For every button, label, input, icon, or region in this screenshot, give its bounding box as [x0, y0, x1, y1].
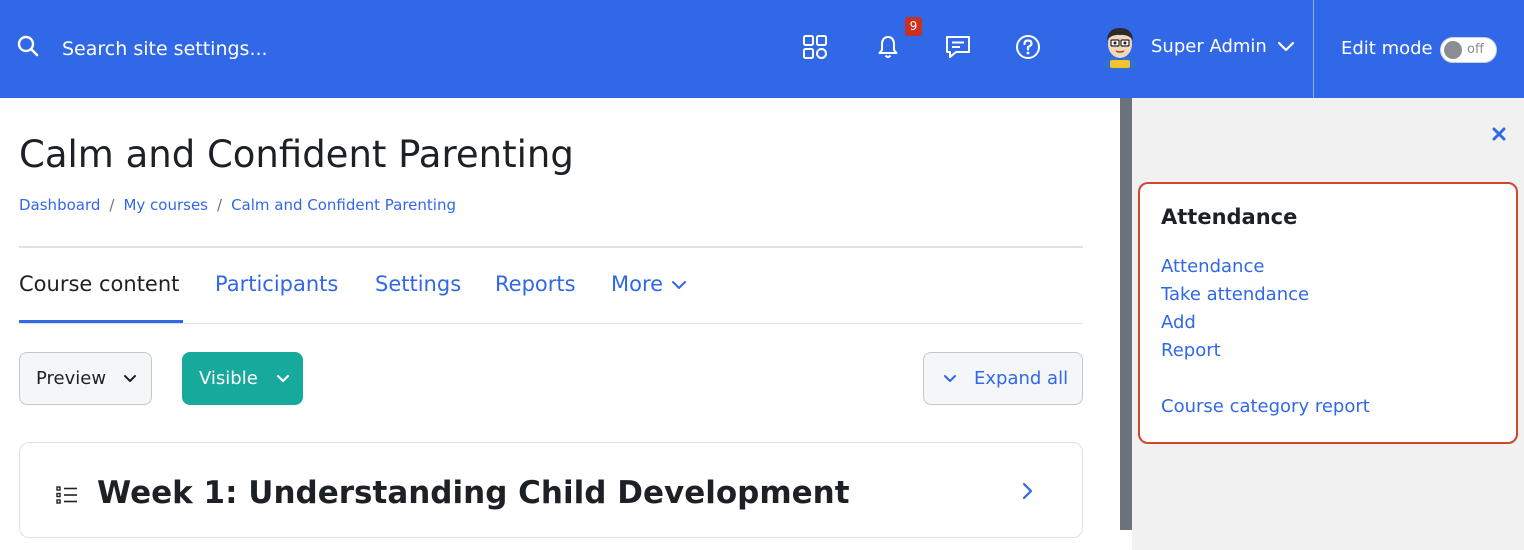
toggle-knob [1444, 41, 1462, 59]
drawer-scrollbar[interactable] [1120, 98, 1132, 530]
attendance-link[interactable]: Attendance [1161, 256, 1264, 277]
chevron-down-icon [672, 281, 687, 289]
breadcrumb: Dashboard / My courses / Calm and Confident … [19, 196, 456, 214]
tab-participants[interactable]: Participants [215, 272, 338, 296]
user-avatar[interactable] [1098, 24, 1142, 72]
user-name[interactable]: Super Admin [1151, 36, 1267, 57]
chevron-down-icon [277, 375, 289, 382]
notification-count-badge: 9 [905, 17, 922, 36]
tab-more-label: More [611, 272, 664, 296]
preview-dropdown-button[interactable]: Preview [19, 352, 152, 405]
breadcrumb-item-course[interactable]: Calm and Confident Parenting [231, 196, 456, 214]
report-link[interactable]: Report [1161, 340, 1221, 361]
tab-settings[interactable]: Settings [375, 272, 461, 296]
expand-all-label: Expand all [974, 368, 1069, 389]
chevron-down-icon[interactable] [1277, 40, 1295, 54]
chevron-down-icon [944, 375, 956, 382]
page-title: Calm and Confident Parenting [19, 133, 574, 176]
top-navbar: 9 Super Admin Edit mode off [0, 0, 1524, 98]
preview-label: Preview [36, 368, 107, 389]
visible-dropdown-button[interactable]: Visible [182, 352, 303, 405]
divider [19, 323, 1083, 324]
edit-mode-toggle[interactable]: off [1440, 37, 1497, 63]
search-input[interactable] [62, 34, 462, 64]
breadcrumb-separator: / [217, 196, 223, 214]
attendance-block: Attendance Attendance Take attendance Ad… [1138, 182, 1518, 444]
chevron-down-icon [124, 375, 136, 382]
navbar-divider [1313, 0, 1314, 98]
main-content: Calm and Confident Parenting Dashboard / M… [0, 98, 1120, 550]
take-attendance-link[interactable]: Take attendance [1161, 284, 1309, 305]
course-category-report-link[interactable]: Course category report [1161, 396, 1370, 417]
visible-label: Visible [199, 368, 258, 389]
bell-icon[interactable] [874, 33, 902, 61]
breadcrumb-item-dashboard[interactable]: Dashboard [19, 196, 100, 214]
chevron-right-icon[interactable] [1020, 481, 1034, 501]
message-icon[interactable] [944, 33, 972, 61]
tab-more[interactable]: More [611, 272, 687, 296]
tab-course-content[interactable]: Course content [19, 272, 179, 296]
list-icon [56, 486, 77, 504]
add-link[interactable]: Add [1161, 312, 1196, 333]
breadcrumb-separator: / [109, 196, 115, 214]
help-icon[interactable] [1014, 33, 1042, 61]
toggle-state-text: off [1467, 42, 1484, 57]
block-drawer: Attendance Attendance Take attendance Ad… [1132, 98, 1524, 550]
expand-all-button[interactable]: Expand all [923, 352, 1083, 405]
course-section-card: Week 1: Understanding Child Development [19, 442, 1083, 538]
apps-grid-icon[interactable] [801, 33, 829, 61]
section-title[interactable]: Week 1: Understanding Child Development [97, 475, 850, 511]
edit-mode-label: Edit mode [1341, 38, 1433, 59]
tab-reports[interactable]: Reports [495, 272, 576, 296]
course-tabs: Course content Participants Settings Rep… [19, 248, 1083, 324]
block-title: Attendance [1161, 205, 1298, 229]
search-icon[interactable] [16, 34, 40, 58]
close-icon[interactable] [1491, 126, 1507, 142]
breadcrumb-item-my-courses[interactable]: My courses [123, 196, 208, 214]
